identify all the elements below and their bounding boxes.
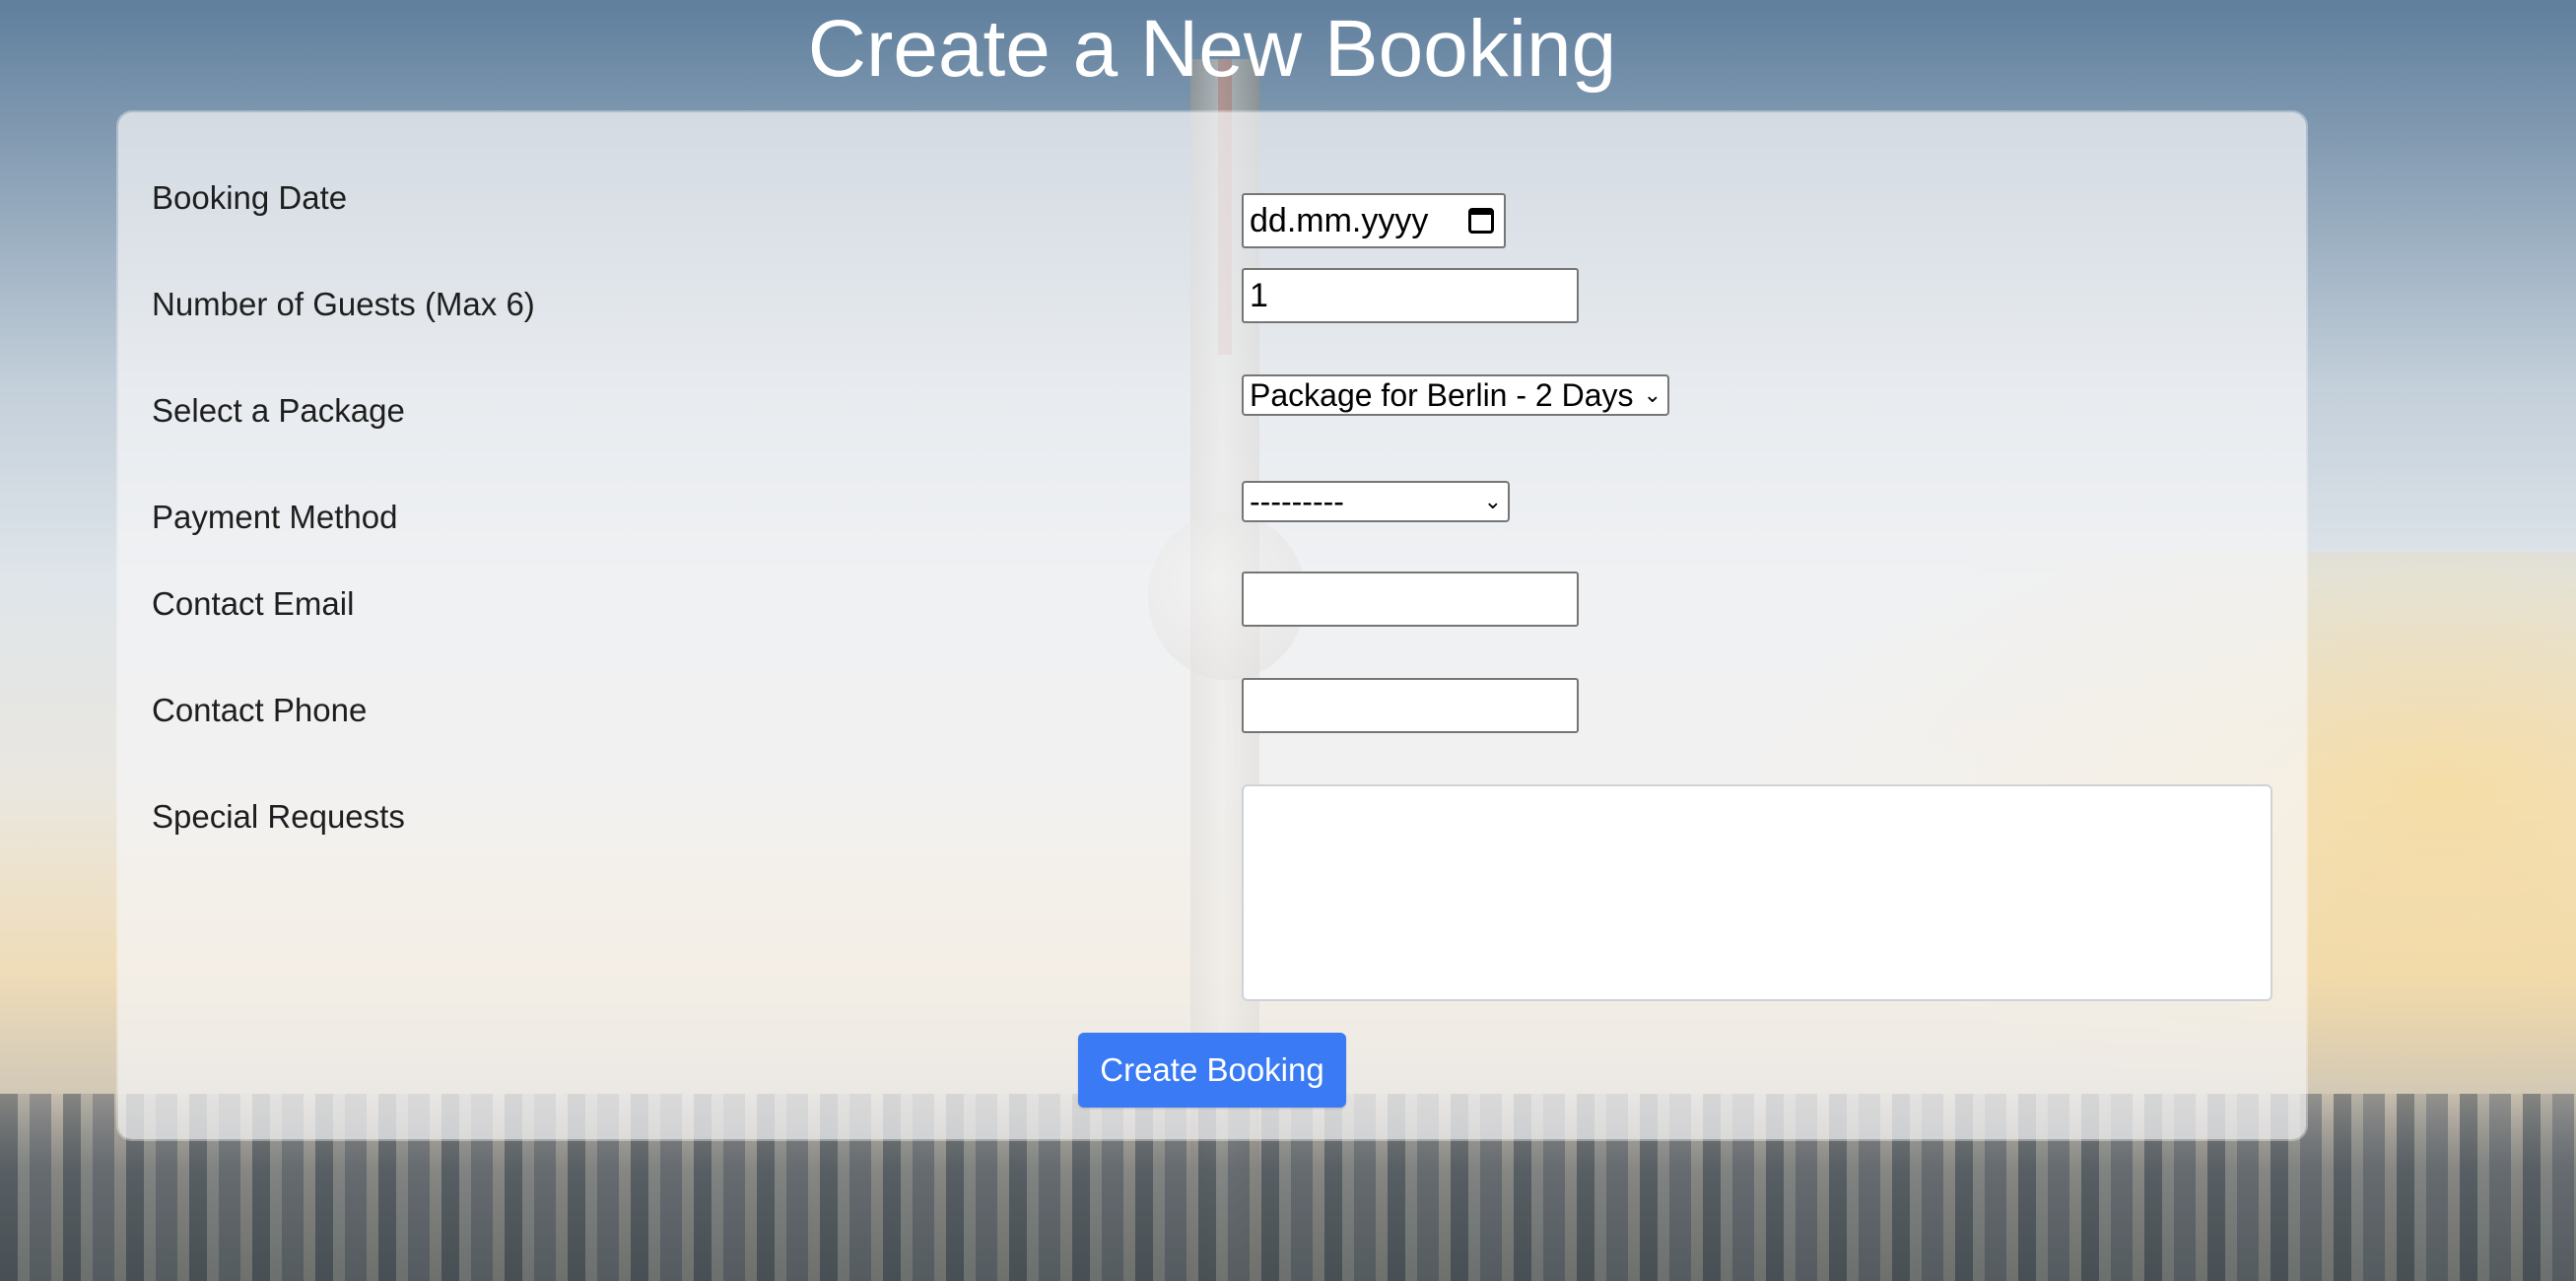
chevron-down-icon: ⌄ (1483, 489, 1502, 513)
payment-selected: --------- (1250, 483, 1344, 519)
payment-label: Payment Method (152, 499, 398, 535)
page-title: Create a New Booking (807, 4, 1617, 94)
phone-label: Contact Phone (152, 692, 368, 728)
package-selected: Package for Berlin - 2 Days (1250, 376, 1634, 413)
requests-label: Special Requests (152, 798, 405, 835)
package-label: Select a Package (152, 392, 405, 429)
package-select[interactable]: Package for Berlin - 2 Days ⌄ (1242, 374, 1669, 416)
booking-date-value: dd.mm.yyyy (1250, 202, 1429, 239)
guests-input[interactable]: 1 (1242, 268, 1579, 323)
guests-label: Number of Guests (Max 6) (152, 286, 535, 322)
calendar-icon[interactable] (1468, 208, 1494, 234)
chevron-down-icon: ⌄ (1643, 382, 1661, 407)
create-booking-button[interactable]: Create Booking (1078, 1033, 1346, 1108)
booking-form: Booking Date dd.mm.yyyy Number of Guests… (118, 112, 2306, 1139)
email-input[interactable] (1242, 572, 1579, 627)
booking-date-input[interactable]: dd.mm.yyyy (1242, 193, 1506, 248)
email-label: Contact Email (152, 585, 355, 622)
phone-input[interactable] (1242, 678, 1579, 733)
booking-date-label: Booking Date (152, 179, 348, 216)
guests-value: 1 (1250, 277, 1268, 314)
requests-textarea[interactable] (1242, 784, 2272, 1001)
payment-select[interactable]: --------- ⌄ (1242, 481, 1510, 522)
